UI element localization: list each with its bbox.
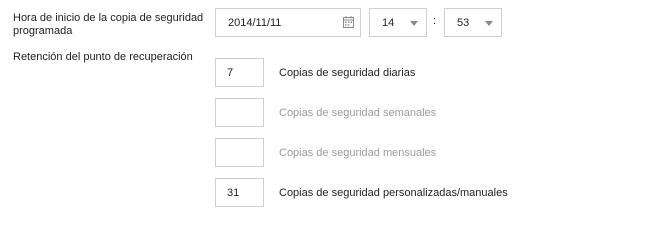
weekly-label: Copias de seguridad semanales [279, 107, 437, 119]
retention-label: Retención del punto de recuperación [13, 51, 193, 63]
daily-count-input[interactable]: 7 [215, 58, 264, 87]
chevron-down-icon [410, 21, 418, 26]
schedule-label: Hora de inicio de la copia de seguridad … [13, 12, 204, 37]
custom-label: Copias de seguridad personalizadas/manua… [279, 187, 508, 199]
time-separator: : [433, 15, 437, 27]
date-value: 2014/11/11 [228, 16, 282, 29]
weekly-count-input[interactable] [215, 98, 264, 127]
calendar-icon[interactable] [343, 16, 354, 28]
minute-select[interactable]: 53 [444, 8, 502, 37]
monthly-label: Copias de seguridad mensuales [279, 147, 437, 159]
daily-label: Copias de seguridad diarias [279, 67, 416, 79]
date-field[interactable]: 2014/11/11 [215, 8, 361, 37]
hour-value: 14 [382, 16, 395, 29]
chevron-down-icon [485, 21, 493, 26]
custom-count-input[interactable]: 31 [215, 178, 264, 207]
hour-select[interactable]: 14 [369, 8, 427, 37]
monthly-count-input[interactable] [215, 138, 264, 167]
minute-value: 53 [457, 16, 470, 29]
